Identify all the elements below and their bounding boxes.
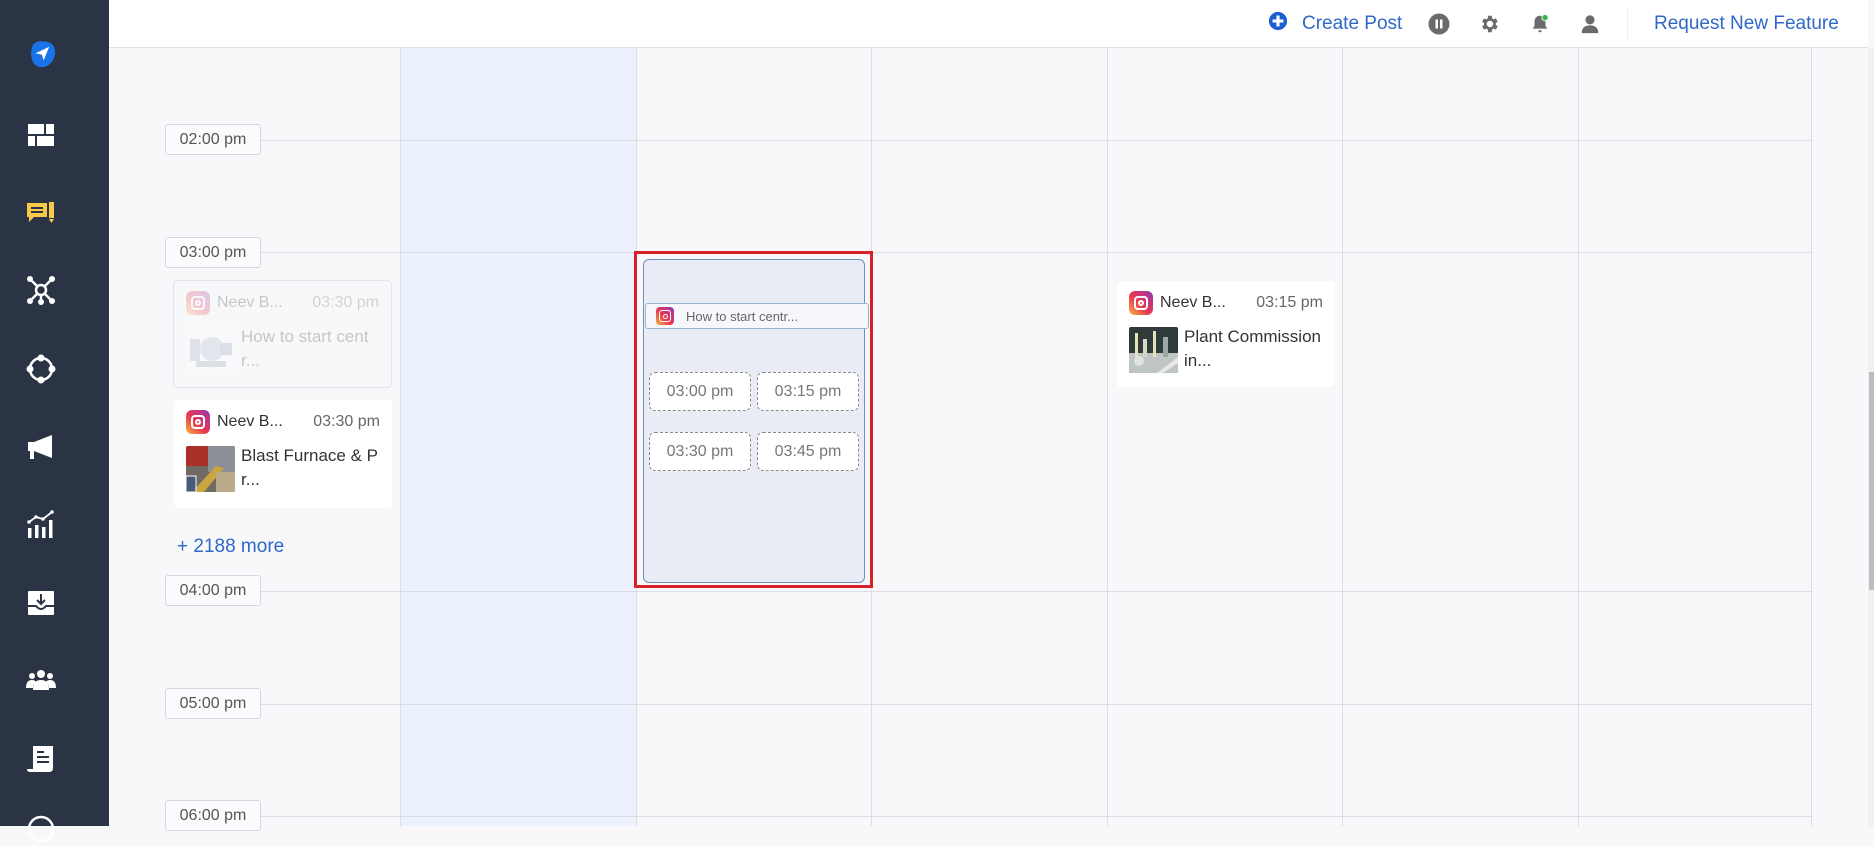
- request-new-feature-link[interactable]: Request New Feature: [1654, 0, 1839, 47]
- create-post-button[interactable]: Create Post: [1268, 0, 1402, 47]
- sidebar-team-icon[interactable]: [24, 664, 58, 698]
- sidebar: [0, 0, 109, 843]
- post-account: Neev B...: [1160, 294, 1226, 311]
- hour-gridline: [261, 591, 1812, 592]
- create-post-label: Create Post: [1302, 12, 1403, 34]
- plus-circle-icon: [1268, 11, 1288, 36]
- post-account: Neev B...: [217, 413, 283, 430]
- sidebar-reports-icon[interactable]: [24, 742, 58, 776]
- post-time: 03:15 pm: [1256, 294, 1323, 311]
- sidebar-help-icon[interactable]: [24, 812, 58, 846]
- time-slot-0300[interactable]: 03:00 pm: [649, 372, 751, 411]
- instagram-icon: [1129, 291, 1153, 315]
- topbar-divider: [1627, 6, 1628, 42]
- post-thumbnail-pump: [186, 327, 235, 373]
- hour-gridline: [261, 816, 1812, 817]
- instagram-icon: [186, 410, 210, 434]
- pause-button[interactable]: [1428, 0, 1450, 47]
- more-posts-link[interactable]: + 2188 more: [177, 536, 284, 558]
- post-time: 03:30 pm: [313, 413, 380, 430]
- post-time: 03:30 pm: [312, 294, 379, 311]
- instagram-icon: [186, 291, 210, 315]
- time-label: 05:00 pm: [165, 688, 261, 719]
- time-label: 02:00 pm: [165, 124, 261, 155]
- scrollbar-thumb[interactable]: [1869, 372, 1874, 590]
- bell-icon: [1532, 13, 1549, 32]
- sidebar-logo-send-icon[interactable]: [22, 34, 62, 74]
- dragged-post-title: How to start centr...: [686, 308, 798, 324]
- day-column[interactable]: [1578, 48, 1812, 826]
- post-title: Blast Furnace & P r...: [241, 446, 378, 489]
- post-account: Neev B...: [217, 294, 283, 311]
- post-card-drag-source[interactable]: Neev B... 03:30 pm How to start cent r..…: [173, 280, 392, 388]
- day-column-today[interactable]: [400, 48, 636, 826]
- instagram-icon: [656, 307, 674, 325]
- time-label: 03:00 pm: [165, 237, 261, 268]
- sidebar-integrations-icon[interactable]: [24, 352, 58, 386]
- hour-gridline: [261, 140, 1812, 141]
- post-card-header: Neev B... 03:30 pm: [186, 291, 379, 315]
- sidebar-inbox-download-icon[interactable]: [24, 586, 58, 620]
- post-thumbnail-furnace: [186, 446, 235, 492]
- sidebar-dashboard-icon[interactable]: [24, 118, 58, 152]
- post-title: Plant Commission in...: [1184, 327, 1321, 370]
- gear-icon: [1482, 15, 1498, 32]
- post-title: How to start cent r...: [241, 327, 369, 370]
- user-icon: [1581, 14, 1599, 33]
- day-column[interactable]: [871, 48, 1107, 826]
- post-card[interactable]: Neev B... 03:30 pm Blast Furnace & P r..…: [174, 400, 392, 508]
- user-profile-button[interactable]: [1579, 0, 1601, 47]
- hour-gridline: [261, 704, 1812, 705]
- post-card-header: Neev B... 03:15 pm: [1129, 291, 1323, 315]
- request-new-feature-label: Request New Feature: [1654, 12, 1839, 34]
- day-column[interactable]: [1107, 48, 1342, 826]
- post-thumbnail-plant: [1129, 327, 1178, 373]
- sidebar-analytics-icon[interactable]: [24, 508, 58, 542]
- time-label: 06:00 pm: [165, 800, 261, 831]
- settings-button[interactable]: [1478, 0, 1500, 47]
- time-slot-0330[interactable]: 03:30 pm: [649, 432, 751, 471]
- pause-icon: [1428, 13, 1450, 34]
- time-slot-0345[interactable]: 03:45 pm: [757, 432, 859, 471]
- sidebar-campaigns-megaphone-icon[interactable]: [24, 430, 58, 464]
- sidebar-network-icon[interactable]: [24, 273, 58, 307]
- sidebar-compose-notes-icon[interactable]: [24, 195, 58, 229]
- top-bar: [109, 0, 1868, 48]
- notifications-button[interactable]: [1529, 0, 1551, 47]
- post-card-header: Neev B... 03:30 pm: [186, 410, 380, 434]
- hour-gridline: [261, 252, 1812, 253]
- time-slot-0315[interactable]: 03:15 pm: [757, 372, 859, 411]
- time-label: 04:00 pm: [165, 575, 261, 606]
- day-column[interactable]: [1342, 48, 1578, 826]
- dragged-post-chip[interactable]: How to start centr...: [645, 303, 869, 329]
- post-card[interactable]: Neev B... 03:15 pm Plant Commission in..…: [1117, 281, 1335, 387]
